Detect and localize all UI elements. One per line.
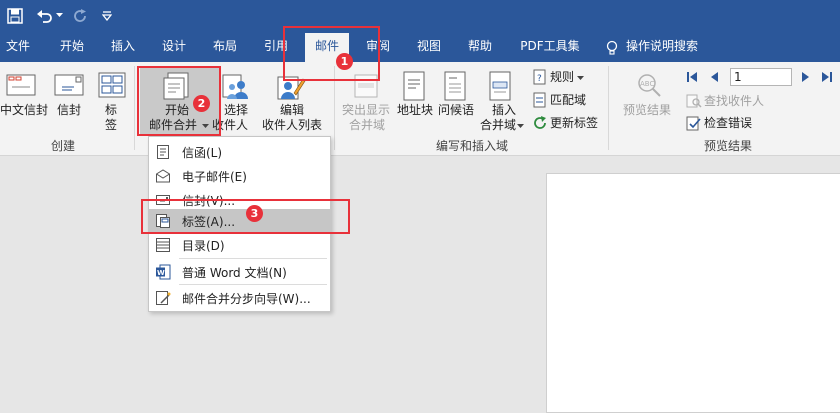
undo-dropdown-icon[interactable] bbox=[56, 13, 63, 18]
insert-merge-field-icon bbox=[489, 71, 511, 101]
menu-item-label: 信函(L) bbox=[182, 146, 223, 160]
match-fields-icon bbox=[533, 92, 546, 108]
create-group-label: 创建 bbox=[51, 139, 76, 153]
highlight-merge-fields-line2[interactable]: 合并域 bbox=[349, 118, 385, 133]
menu-separator bbox=[179, 258, 327, 259]
tab-home[interactable]: 开始 bbox=[50, 33, 94, 62]
undo-icon[interactable] bbox=[36, 8, 54, 24]
redo-icon[interactable] bbox=[72, 8, 88, 24]
menu-item-email[interactable]: 电子邮件(E) bbox=[149, 164, 330, 188]
edit-recipient-list-line2[interactable]: 收件人列表 bbox=[262, 118, 322, 133]
chinese-envelope-icon bbox=[6, 74, 36, 96]
group-separator bbox=[608, 66, 609, 150]
ribbon-tab-bar: 文件 开始 插入 设计 布局 引用 邮件 审阅 视图 帮助 PDF工具集 操作说… bbox=[0, 33, 840, 62]
menu-item-mail-merge-wizard[interactable]: 邮件合并分步向导(W)... bbox=[149, 286, 330, 310]
first-record-icon[interactable] bbox=[686, 71, 698, 83]
tab-design[interactable]: 设计 bbox=[152, 33, 196, 62]
svg-text:?: ? bbox=[537, 74, 542, 84]
word-icon: W bbox=[156, 264, 171, 280]
write-insert-group-label: 编写和插入域 bbox=[436, 139, 509, 153]
address-block-button[interactable]: 地址块 bbox=[397, 103, 433, 118]
letter-icon bbox=[157, 145, 169, 159]
wizard-icon bbox=[156, 291, 171, 305]
tab-pdf-tools[interactable]: PDF工具集 bbox=[510, 33, 590, 62]
svg-text:W: W bbox=[157, 269, 165, 277]
menu-item-letters[interactable]: 信函(L) bbox=[149, 140, 330, 164]
labels-button-line2[interactable]: 签 bbox=[105, 118, 117, 133]
next-record-icon[interactable] bbox=[801, 71, 811, 83]
record-number-input[interactable]: 1 bbox=[730, 68, 792, 86]
labels-icon bbox=[98, 72, 126, 98]
menu-item-directory[interactable]: 目录(D) bbox=[149, 233, 330, 257]
menu-item-normal-word-document[interactable]: W 普通 Word 文档(N) bbox=[149, 260, 330, 284]
check-errors-icon bbox=[686, 116, 701, 131]
menu-item-label: 目录(D) bbox=[182, 239, 225, 253]
preview-results-group-label: 预览结果 bbox=[704, 139, 753, 153]
envelope-icon bbox=[54, 74, 84, 96]
lightbulb-icon bbox=[606, 40, 618, 55]
preview-results-button[interactable]: 预览结果 bbox=[623, 103, 671, 118]
chinese-envelope-button[interactable]: 中文信封 bbox=[0, 103, 48, 118]
update-labels-icon bbox=[534, 116, 546, 129]
svg-text:ABC: ABC bbox=[640, 80, 654, 88]
menu-item-label: 普通 Word 文档(N) bbox=[182, 266, 287, 280]
chevron-down-icon bbox=[517, 124, 524, 128]
save-icon[interactable] bbox=[7, 8, 23, 24]
tell-me-search[interactable]: 操作说明搜索 bbox=[626, 33, 710, 62]
preview-results-icon: ABC bbox=[638, 74, 661, 97]
highlight-merge-fields-line1[interactable]: 突出显示 bbox=[342, 103, 390, 118]
select-recipients-icon bbox=[222, 74, 248, 99]
menu-item-label: 电子邮件(E) bbox=[182, 170, 247, 184]
find-recipient-button[interactable]: 查找收件人 bbox=[704, 94, 764, 109]
insert-merge-field-line1[interactable]: 插入 bbox=[492, 103, 516, 118]
group-separator bbox=[134, 66, 135, 150]
tab-help[interactable]: 帮助 bbox=[458, 33, 502, 62]
tab-file[interactable]: 文件 bbox=[0, 33, 36, 62]
envelopes-button[interactable]: 信封 bbox=[57, 103, 81, 118]
menu-separator bbox=[179, 284, 327, 285]
tab-insert[interactable]: 插入 bbox=[101, 33, 145, 62]
tab-view[interactable]: 视图 bbox=[407, 33, 451, 62]
edit-recipient-list-line1[interactable]: 编辑 bbox=[280, 103, 304, 118]
labels-button-line1[interactable]: 标 bbox=[105, 103, 117, 118]
annotation-box-mailings-tab bbox=[283, 26, 380, 81]
insert-merge-field-line2[interactable]: 合并域 bbox=[480, 118, 516, 133]
document-page[interactable] bbox=[546, 173, 840, 413]
find-recipient-icon bbox=[686, 94, 702, 108]
annotation-badge-2: 2 bbox=[193, 95, 210, 112]
annotation-badge-3: 3 bbox=[246, 205, 263, 222]
menu-item-label: 邮件合并分步向导(W)... bbox=[182, 292, 311, 306]
annotation-box-labels-item bbox=[141, 199, 350, 234]
rules-button[interactable]: 规则 bbox=[550, 70, 574, 85]
select-recipients-line1[interactable]: 选择 bbox=[224, 103, 248, 118]
previous-record-icon[interactable] bbox=[709, 71, 719, 83]
email-icon bbox=[156, 169, 170, 183]
greeting-line-button[interactable]: 问候语 bbox=[438, 103, 474, 118]
match-fields-button[interactable]: 匹配域 bbox=[550, 93, 586, 108]
directory-icon bbox=[156, 238, 170, 252]
address-block-icon bbox=[403, 71, 425, 101]
check-errors-button[interactable]: 检查错误 bbox=[704, 116, 752, 131]
chevron-down-icon bbox=[577, 76, 584, 80]
customize-qat-icon[interactable] bbox=[102, 11, 112, 21]
tab-layout[interactable]: 布局 bbox=[203, 33, 247, 62]
annotation-badge-1: 1 bbox=[336, 53, 353, 70]
last-record-icon[interactable] bbox=[821, 71, 833, 83]
greeting-line-icon bbox=[444, 71, 466, 101]
title-bar bbox=[0, 0, 840, 33]
update-labels-button[interactable]: 更新标签 bbox=[550, 116, 598, 131]
rules-icon: ? bbox=[533, 69, 546, 85]
